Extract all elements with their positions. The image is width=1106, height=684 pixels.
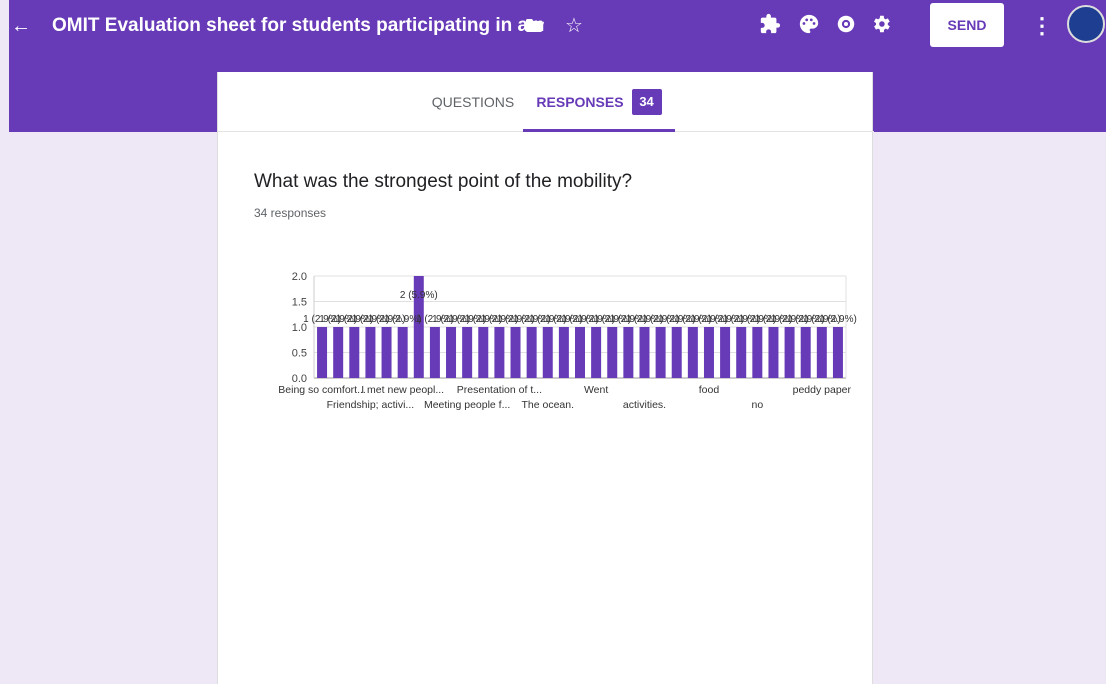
folder-icon[interactable] [526,19,542,32]
tab-responses-label: RESPONSES [536,94,624,111]
bar [736,327,747,378]
bar [768,327,779,378]
settings-gear-icon[interactable] [870,13,892,35]
bar [655,327,666,378]
bar [639,327,650,378]
responses-count-badge: 34 [631,89,662,116]
bar [397,327,408,378]
x-category-label: Friendship; activi... [327,399,415,411]
bar [575,327,585,378]
y-tick-label: 2.0 [292,271,307,283]
x-category-label: peddy paper [793,384,852,396]
bar [494,327,505,378]
bar [429,327,440,378]
bar-data-label: 2 (5.9%) [400,290,438,301]
bar [591,327,602,378]
bar [462,327,473,378]
bar [446,327,457,378]
star-icon[interactable]: ☆ [563,8,585,44]
bar [365,327,376,378]
tab-responses[interactable]: RESPONSES 34 [523,72,675,132]
bar-chart: 0.00.51.01.52.01 (2.9%)1 (2.9%)1 (2.9%)1… [278,271,857,411]
x-category-label: Meeting people f... [424,399,510,411]
bar [349,327,360,378]
preview-eye-icon[interactable] [835,13,857,35]
responses-card: QUESTIONS RESPONSES 34 What was the stron… [217,72,874,684]
tab-questions-label: QUESTIONS [431,94,515,111]
bar [526,327,537,378]
y-tick-label: 1.5 [292,297,307,309]
x-category-label: The ocean. [521,399,574,411]
puzzle-addon-icon[interactable] [759,13,781,35]
avatar[interactable] [1067,5,1105,43]
question-title: What was the strongest point of the mobi… [254,171,633,192]
bar [510,327,521,378]
send-button[interactable]: SEND [930,3,1004,47]
bar [720,327,731,378]
bar [832,327,843,378]
bar [687,327,698,378]
bar [623,327,634,378]
x-category-label: no [751,399,763,411]
bar [816,327,827,378]
more-options-icon[interactable]: ⋮ [1031,8,1053,44]
x-category-label: food [699,384,720,396]
bar [671,327,682,378]
x-category-label: Presentation of t... [457,384,542,396]
palette-icon[interactable] [798,13,820,35]
tab-questions[interactable]: QUESTIONS [423,72,523,132]
bar [703,327,714,378]
bar [607,327,618,378]
bar [333,327,344,378]
x-category-label: Went [584,384,608,396]
tab-bar: QUESTIONS RESPONSES 34 [218,72,874,132]
bar [478,327,489,378]
x-category-label: activities. [623,399,666,411]
bar [752,327,763,378]
form-title[interactable]: OMIT Evaluation sheet for students parti… [52,8,544,44]
bar-data-label: 1 (2.9%) [819,314,857,325]
bar [784,327,795,378]
bar [381,327,392,378]
bar [317,327,328,378]
y-tick-label: 0.5 [292,348,307,360]
bar [558,327,569,378]
response-count-text: 34 responses [254,206,327,220]
back-arrow-icon[interactable]: ← [9,8,33,44]
x-category-label: Being so comfort... [278,384,366,396]
x-category-label: I met new peopl... [361,384,444,396]
bar [542,327,553,378]
bar [800,327,811,378]
